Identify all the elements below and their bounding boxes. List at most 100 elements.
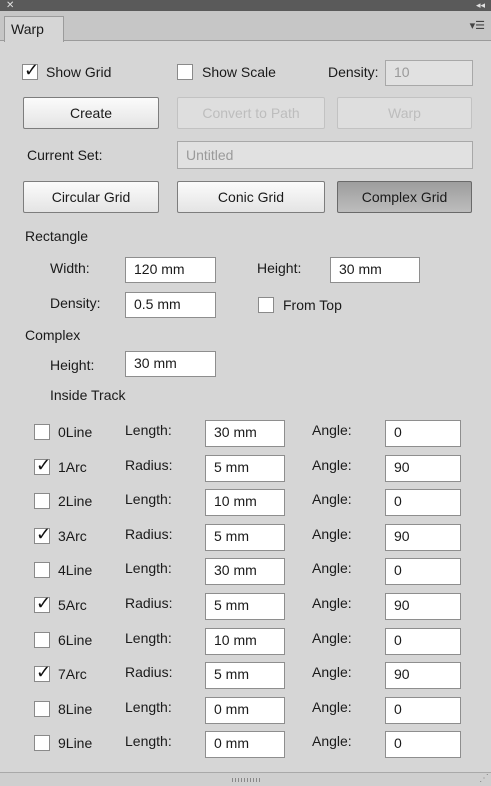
track-row-checkbox[interactable]: ✓ [34,455,51,475]
checkmark-icon: ✓ [24,60,40,80]
track-row-value-input[interactable]: 5 mm [205,662,285,689]
track-row-value-input[interactable]: 5 mm [205,524,285,551]
tab-bar: Warp ▾☰ [0,11,491,42]
track-row-name: 0Line [58,424,93,440]
resize-grip-icon[interactable] [232,778,262,782]
complex-section-title: Complex [25,327,81,343]
complex-height-input[interactable]: 30 mm [125,351,216,377]
track-row-angle-input[interactable]: 0 [385,628,461,655]
track-row-name: 4Line [58,562,93,578]
track-row-angle-label: Angle: [312,422,352,438]
track-row-param-label: Length: [125,560,172,576]
density-input[interactable]: 10 [385,60,473,86]
track-row-angle-input[interactable]: 90 [385,662,461,689]
track-row-param-label: Radius: [125,457,173,473]
panel-menu-icon[interactable]: ▾☰ [470,19,485,32]
collapse-icon[interactable]: ◂◂ [476,0,485,11]
track-row-param-label: Radius: [125,595,173,611]
circular-grid-button[interactable]: Circular Grid [23,181,159,213]
track-row-checkbox[interactable]: ✓ [34,593,51,613]
show-scale-label: Show Scale [202,64,276,80]
track-row-angle-label: Angle: [312,526,352,542]
current-set-input[interactable]: Untitled [177,141,473,169]
track-row-value-input[interactable]: 10 mm [205,489,285,516]
checkmark-icon: ✓ [36,524,52,544]
from-top-checkbox[interactable] [258,297,274,313]
track-row-checkbox[interactable] [34,735,50,751]
track-row-value-input[interactable]: 0 mm [205,731,285,758]
track-row-name: 9Line [58,735,93,751]
track-row-param-label: Length: [125,733,172,749]
track-row-value-input[interactable]: 30 mm [205,420,285,447]
track-row-angle-input[interactable]: 0 [385,489,461,516]
track-row-angle-label: Angle: [312,560,352,576]
from-top-label: From Top [283,297,342,313]
track-row-value-input[interactable]: 5 mm [205,455,285,482]
track-row-angle-input[interactable]: 90 [385,593,461,620]
rectangle-density-input[interactable]: 0.5 mm [125,292,216,318]
corner-resize-icon[interactable]: ⋰ [479,773,489,784]
track-row-angle-input[interactable]: 0 [385,697,461,724]
track-row-name: 1Arc [58,459,87,475]
current-set-label: Current Set: [27,147,103,163]
track-row-name: 7Arc [58,666,87,682]
track-row-checkbox[interactable] [34,424,50,440]
track-row-value-input[interactable]: 30 mm [205,558,285,585]
rectangle-density-label: Density: [50,295,101,311]
inside-track-label: Inside Track [50,387,126,403]
track-row-angle-input[interactable]: 0 [385,731,461,758]
checkmark-icon: ✓ [36,593,52,613]
warp-panel: ✕ ◂◂ Warp ▾☰ ✓ Show Grid Show Scale Dens… [0,0,491,786]
track-row-name: 3Arc [58,528,87,544]
checkmark-icon: ✓ [36,455,52,475]
track-row-value-input[interactable]: 0 mm [205,697,285,724]
rectangle-section-title: Rectangle [25,228,89,244]
track-row-param-label: Length: [125,491,172,507]
rectangle-width-label: Width: [50,260,90,276]
conic-grid-button[interactable]: Conic Grid [177,181,325,213]
track-row-param-label: Radius: [125,664,173,680]
track-row-checkbox[interactable]: ✓ [34,662,51,682]
track-row-name: 8Line [58,701,93,717]
track-row-angle-input[interactable]: 0 [385,558,461,585]
track-row-angle-input[interactable]: 0 [385,420,461,447]
track-row-name: 6Line [58,632,93,648]
track-row-param-label: Radius: [125,526,173,542]
warp-button[interactable]: Warp [337,97,472,129]
track-row-angle-input[interactable]: 90 [385,455,461,482]
track-row-angle-label: Angle: [312,664,352,680]
tab-warp[interactable]: Warp [4,16,64,42]
track-row-param-label: Length: [125,699,172,715]
rectangle-width-input[interactable]: 120 mm [125,257,216,283]
track-row-name: 2Line [58,493,93,509]
panel-title-bar: ✕ ◂◂ [0,0,491,11]
complex-height-label: Height: [50,357,95,373]
track-row-angle-label: Angle: [312,733,352,749]
convert-to-path-button[interactable]: Convert to Path [177,97,325,129]
checkmark-icon: ✓ [36,662,52,682]
track-row-param-label: Length: [125,422,172,438]
track-row-angle-label: Angle: [312,630,352,646]
track-row-angle-label: Angle: [312,457,352,473]
track-row-checkbox[interactable] [34,632,50,648]
track-row-checkbox[interactable] [34,701,50,717]
track-row-checkbox[interactable] [34,562,50,578]
track-row-angle-input[interactable]: 90 [385,524,461,551]
complex-grid-button[interactable]: Complex Grid [337,181,472,213]
show-scale-checkbox[interactable] [177,64,193,80]
track-row-angle-label: Angle: [312,595,352,611]
track-row-checkbox[interactable] [34,493,50,509]
rectangle-height-label: Height: [257,260,302,276]
close-icon[interactable]: ✕ [6,0,14,11]
track-row-name: 5Arc [58,597,87,613]
track-row-value-input[interactable]: 10 mm [205,628,285,655]
show-grid-label: Show Grid [46,64,112,80]
show-grid-checkbox[interactable]: ✓ [22,60,39,80]
panel-bottom-bar: ⋰ [0,772,491,786]
create-button[interactable]: Create [23,97,159,129]
track-row-param-label: Length: [125,630,172,646]
track-row-checkbox[interactable]: ✓ [34,524,51,544]
rectangle-height-input[interactable]: 30 mm [330,257,420,283]
track-row-value-input[interactable]: 5 mm [205,593,285,620]
track-row-angle-label: Angle: [312,699,352,715]
